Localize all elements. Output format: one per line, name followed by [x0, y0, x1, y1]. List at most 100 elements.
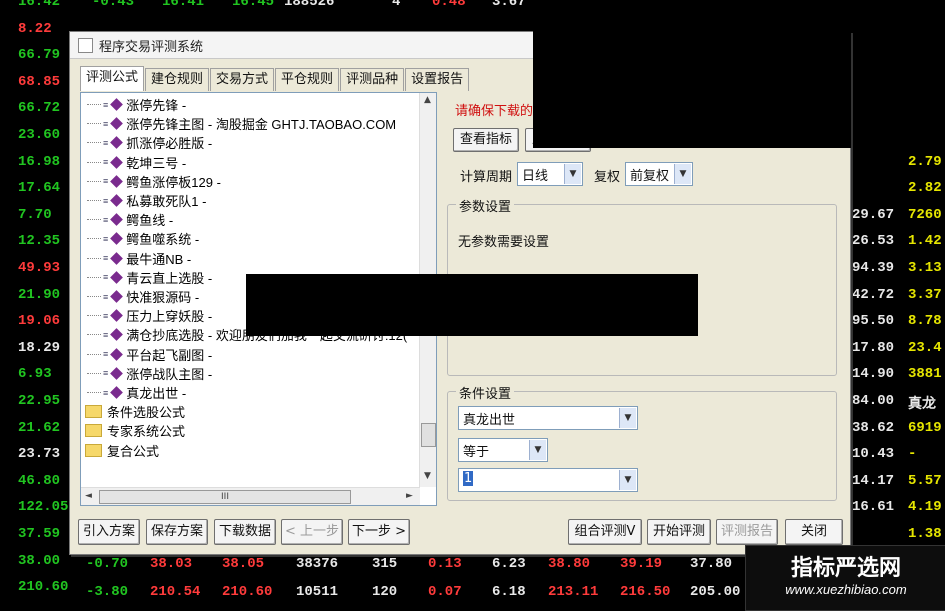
close-button[interactable]: 关闭 — [785, 519, 843, 545]
start-evaluate-button[interactable]: 开始评测 — [647, 519, 711, 545]
tree-formula-item[interactable]: ≡ 抓涨停必胜版 - — [87, 133, 212, 152]
combo-evaluate-button[interactable]: 组合评测V — [568, 519, 642, 545]
quote-value: 16.61 — [852, 499, 895, 516]
period-select[interactable]: 日线 ▼ — [517, 162, 583, 186]
tab-open-rules[interactable]: 建仓规则 — [145, 68, 210, 91]
quote-price: 21.62 — [18, 419, 61, 436]
download-notice: 请确保下载的 — [455, 104, 534, 119]
folder-icon — [85, 424, 102, 438]
chevron-down-icon[interactable]: ▼ — [674, 164, 691, 184]
tree-horizontal-scrollbar[interactable]: ◄ III ► — [81, 487, 420, 505]
quote-price: 16.98 — [18, 153, 61, 170]
window-title: 程序交易评测系统 — [99, 39, 204, 55]
adjust-select[interactable]: 前复权 ▼ — [625, 162, 693, 186]
tree-formula-item[interactable]: ≡ 快准狠源码 - — [87, 287, 199, 306]
tree-connector — [87, 315, 101, 317]
quote-value: 26.53 — [852, 233, 895, 250]
view-indicator-button[interactable]: 查看指标 — [453, 128, 519, 152]
tree-formula-item[interactable]: ≡ 真龙出世 - — [87, 383, 186, 402]
formula-type-icon: ≡ — [103, 329, 109, 340]
tree-item-label: 压力上穿妖股 - — [126, 309, 213, 325]
tree-formula-item[interactable]: ≡ 平台起飞副图 - — [87, 345, 212, 364]
next-step-button[interactable]: 下一步 > — [348, 519, 410, 545]
tree-item-label: 快准狠源码 - — [126, 290, 200, 305]
chevron-down-icon[interactable]: ▼ — [529, 440, 546, 460]
tab-trade-mode[interactable]: 交易方式 — [210, 68, 275, 91]
tree-formula-item[interactable]: ≡ 涨停先锋 - — [87, 95, 186, 114]
quote-value: 38.03 — [150, 556, 193, 572]
tree-folder-item[interactable]: 专家系统公式 — [81, 421, 185, 440]
quote-price: 46.80 — [18, 472, 61, 489]
condition-operator-select[interactable]: 等于 ▼ — [458, 438, 548, 462]
params-group-title: 参数设置 — [456, 196, 515, 215]
quote-value: 120 — [372, 584, 398, 600]
tree-formula-item[interactable]: ≡ 鳄鱼涨停板129 - — [87, 172, 221, 191]
save-plan-button[interactable]: 保存方案 — [146, 519, 208, 545]
tab-instruments[interactable]: 评测品种 — [340, 68, 405, 91]
import-plan-button[interactable]: 引入方案 — [78, 519, 140, 545]
condition-group: 条件设置 真龙出世 ▼ 等于 ▼ 1 ▼ — [447, 383, 837, 501]
scroll-left-icon[interactable]: ◄ — [85, 491, 92, 501]
tab-close-rules[interactable]: 平仓规则 — [275, 68, 340, 91]
quote-value: 2.82 — [908, 180, 942, 197]
quote-value: 188526 — [284, 0, 335, 10]
tree-formula-item[interactable]: ≡ 乾坤三号 - — [87, 153, 186, 172]
tree-item-label: 鳄鱼线 - — [126, 213, 174, 229]
condition-formula-select[interactable]: 真龙出世 ▼ — [458, 406, 638, 430]
horizontal-scroll-thumb[interactable]: III — [99, 490, 351, 504]
formula-icon — [110, 366, 124, 380]
tree-formula-item[interactable]: ≡ 最牛通NB - — [87, 249, 191, 268]
tree-formula-item[interactable]: ≡ 鳄鱼线 - — [87, 210, 173, 229]
period-label: 计算周期 — [460, 170, 513, 185]
tree-item-label: 抓涨停必胜版 - — [126, 136, 213, 152]
quote-price: 8.22 — [18, 20, 52, 37]
formula-icon — [110, 136, 124, 150]
quote-value: 8.78 — [908, 313, 942, 330]
scroll-down-icon[interactable]: ▼ — [424, 471, 431, 481]
tree-connector — [87, 372, 101, 374]
download-data-button[interactable]: 下载数据 — [214, 519, 276, 545]
formula-type-icon: ≡ — [103, 176, 109, 187]
tree-folder-item[interactable]: 条件选股公式 — [81, 402, 185, 421]
condition-value-field[interactable]: 1 ▼ — [458, 468, 638, 492]
prev-step-button[interactable]: < 上一步 — [281, 519, 343, 545]
tree-formula-item[interactable]: ≡ 青云直上选股 - — [87, 268, 212, 287]
chevron-down-icon[interactable]: ▼ — [619, 470, 636, 490]
quote-value: 16.45 — [232, 0, 275, 10]
adjust-label: 复权 — [594, 170, 621, 185]
tree-formula-item[interactable]: ≡ 私募敢死队1 - — [87, 191, 206, 210]
tree-item-label: 涨停战队主图 - — [126, 366, 213, 382]
tree-connector — [87, 353, 101, 355]
tab-report-settings[interactable]: 设置报告 — [405, 68, 470, 91]
tree-folder-item[interactable]: 复合公式 — [81, 441, 159, 460]
quote-value: 16.41 — [162, 0, 205, 10]
tree-formula-item[interactable]: ≡ 压力上穿妖股 - — [87, 306, 212, 325]
quote-value: 4 — [392, 0, 401, 10]
quote-value: 6919 — [908, 419, 942, 436]
quote-price: 19.06 — [18, 313, 61, 330]
quote-value: 3.37 — [908, 286, 942, 303]
formula-icon — [110, 251, 124, 265]
formula-icon — [110, 98, 124, 111]
formula-type-icon: ≡ — [103, 253, 109, 264]
tab-formula[interactable]: 评测公式 — [80, 66, 145, 91]
tree-formula-item[interactable]: ≡ 涨停先锋主图 - 淘股掘金 GHTJ.TAOBAO.COM — [87, 114, 396, 133]
tab-bar: 评测公式 建仓规则 交易方式 平仓规则 评测品种 设置报告 — [80, 66, 470, 93]
formula-type-icon: ≡ — [103, 99, 109, 110]
quote-value: 38.05 — [222, 556, 265, 572]
tree-connector — [87, 276, 101, 278]
tree-item-label: 最牛通NB - — [126, 251, 192, 267]
vertical-scroll-thumb[interactable] — [421, 423, 436, 447]
quote-value: 14.90 — [852, 366, 895, 383]
scroll-up-icon[interactable]: ▲ — [424, 95, 431, 105]
tree-formula-item[interactable]: ≡ 涨停战队主图 - — [87, 364, 212, 383]
quote-value: 3.67 — [492, 0, 526, 10]
scroll-right-icon[interactable]: ► — [406, 491, 413, 501]
quote-value: -3.80 — [86, 584, 129, 600]
quote-value: 3881 — [908, 366, 942, 383]
chevron-down-icon[interactable]: ▼ — [564, 164, 581, 184]
chevron-down-icon[interactable]: ▼ — [619, 408, 636, 428]
evaluation-report-button[interactable]: 评测报告 — [716, 519, 778, 545]
quote-price: 122.05 — [18, 499, 69, 516]
tree-formula-item[interactable]: ≡ 鳄鱼噬系统 - — [87, 229, 199, 248]
